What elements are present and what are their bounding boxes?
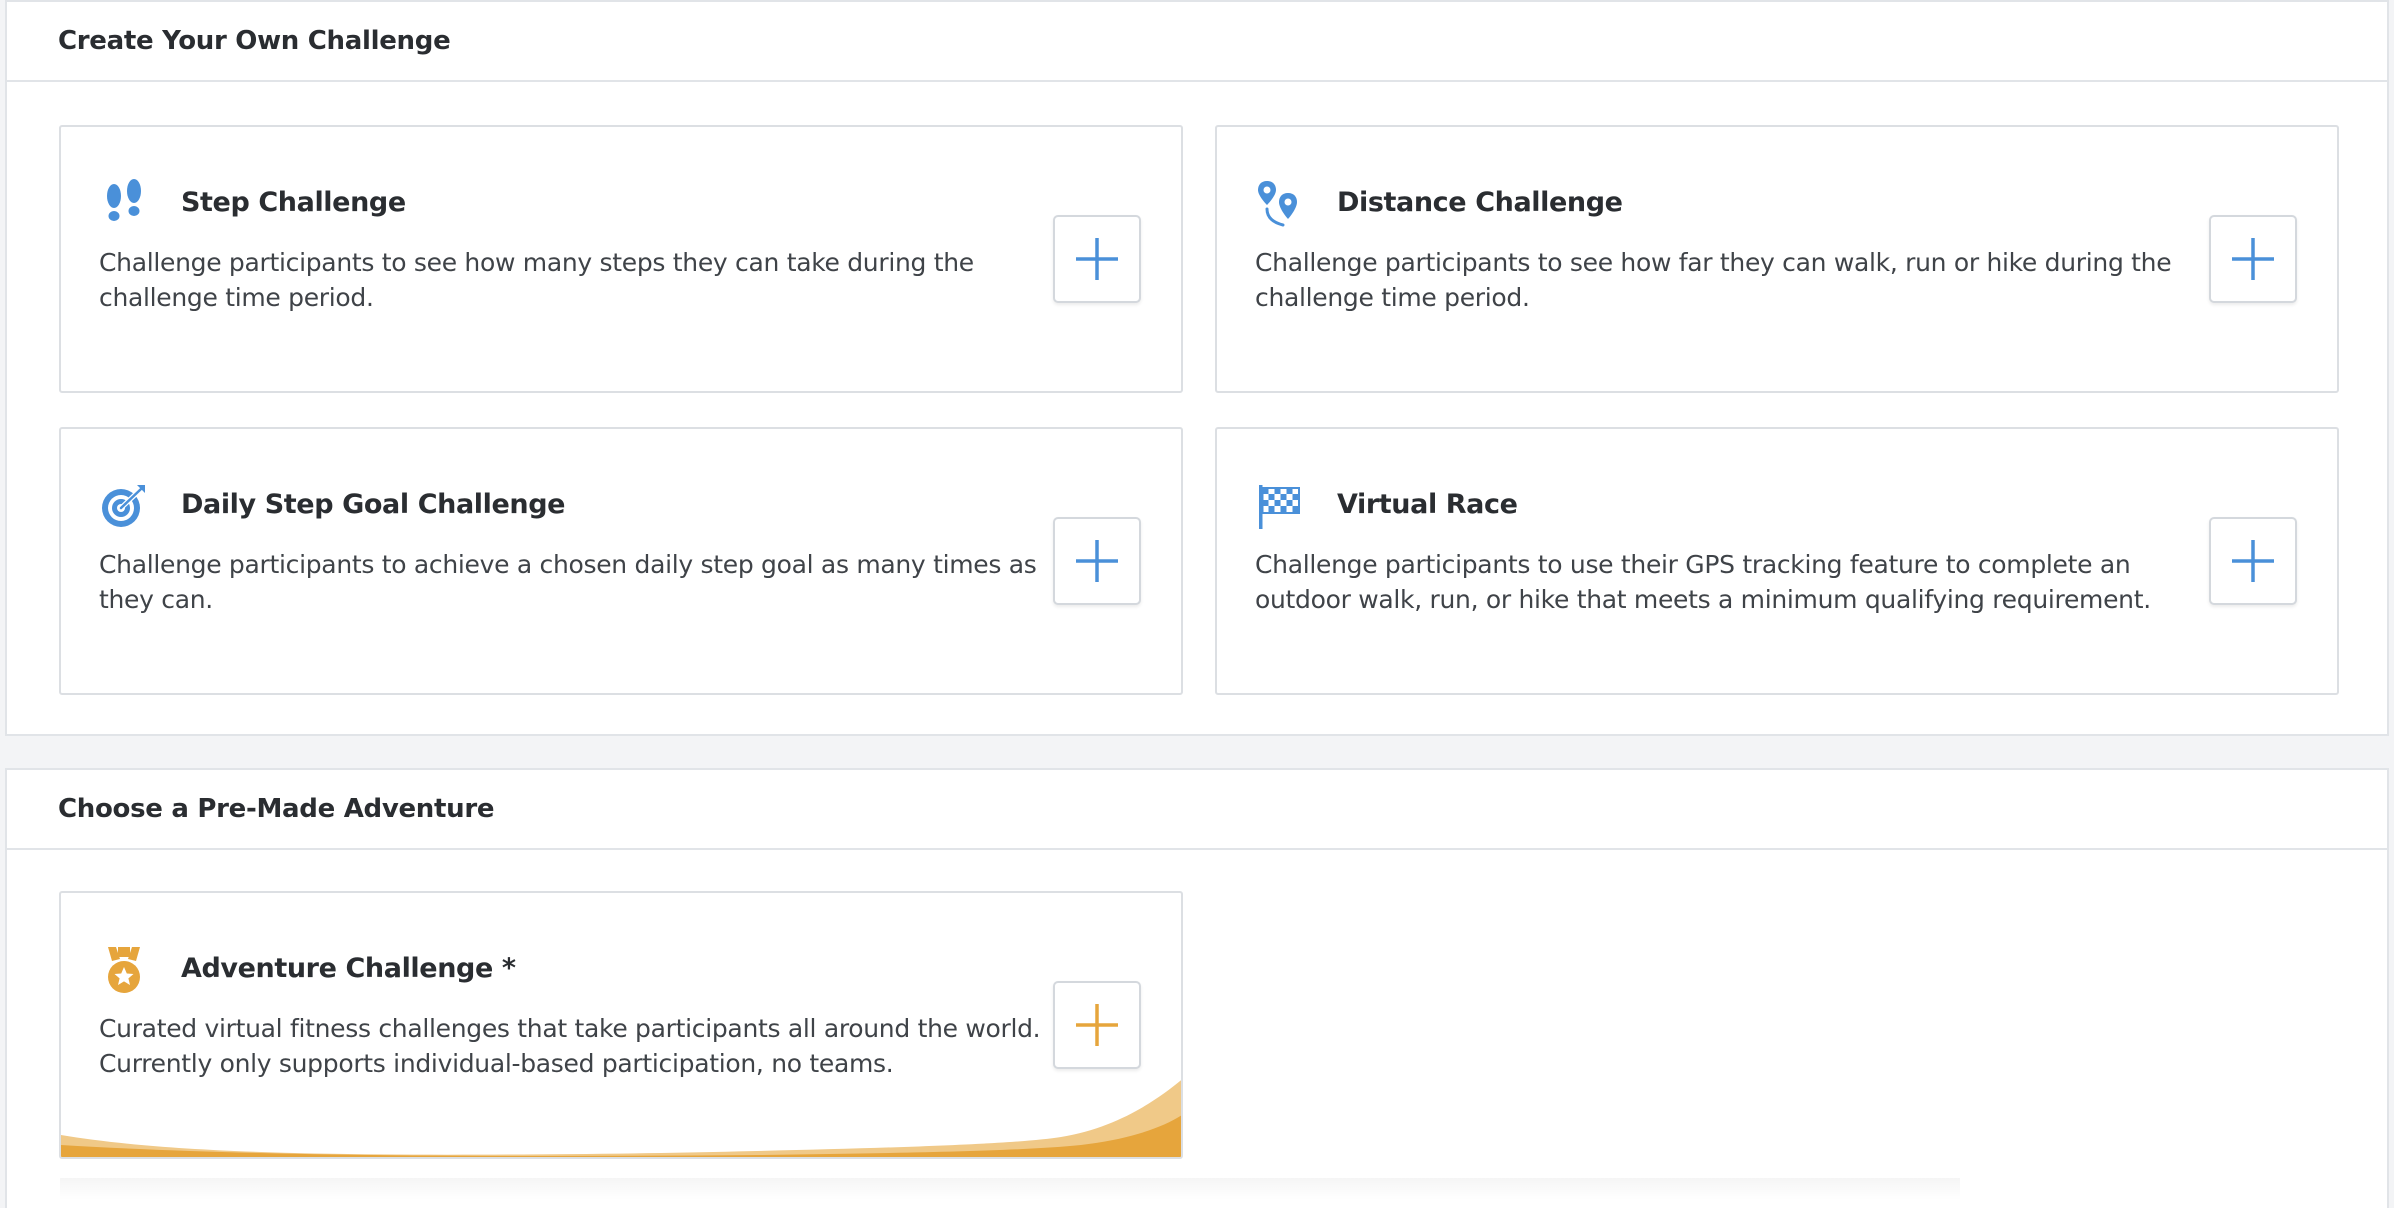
plus-icon [1076,238,1118,280]
premade-adventure-heading: Choose a Pre-Made Adventure [7,770,2387,850]
map-pins-icon [1255,179,1305,229]
distance-challenge-title: Distance Challenge [1337,187,1623,218]
plus-icon [1076,1004,1118,1046]
virtual-race-description: Challenge participants to use their GPS … [1255,550,2151,614]
daily-step-goal-challenge-card: Daily Step Goal Challenge Challenge part… [59,427,1183,695]
step-challenge-card: Step Challenge Challenge participants to… [59,125,1183,393]
distance-challenge-card: Distance Challenge Challenge participant… [1215,125,2339,393]
medal-icon [99,945,149,995]
plus-icon [1076,540,1118,582]
add-step-challenge-button[interactable] [1053,215,1141,303]
adventure-challenge-card: Adventure Challenge * Curated virtual fi… [59,891,1183,1159]
create-challenge-panel: Create Your Own Challenge Step Challenge… [5,0,2389,736]
step-challenge-description: Challenge participants to see how many s… [99,248,974,312]
bottom-shadow [60,1178,1960,1200]
virtual-race-title: Virtual Race [1337,489,1518,520]
adventure-challenge-title: Adventure Challenge * [181,953,516,984]
daily-step-goal-challenge-description: Challenge participants to achieve a chos… [99,550,1037,614]
premade-adventure-panel: Choose a Pre-Made Adventure Adventure Ch… [5,768,2389,1208]
checkered-flag-icon [1255,481,1305,531]
add-distance-challenge-button[interactable] [2209,215,2297,303]
virtual-race-card: Virtual Race Challenge participants to u… [1215,427,2339,695]
plus-icon [2232,540,2274,582]
target-arrow-icon [99,481,149,531]
distance-challenge-description: Challenge participants to see how far th… [1255,248,2172,312]
step-challenge-title: Step Challenge [181,187,406,218]
add-virtual-race-button[interactable] [2209,517,2297,605]
daily-step-goal-challenge-title: Daily Step Goal Challenge [181,489,566,520]
adventure-challenge-description: Curated virtual fitness challenges that … [99,1014,1041,1078]
footprints-icon [99,179,149,229]
add-adventure-challenge-button[interactable] [1053,981,1141,1069]
plus-icon [2232,238,2274,280]
add-daily-step-goal-challenge-button[interactable] [1053,517,1141,605]
create-challenge-heading: Create Your Own Challenge [7,2,2387,82]
